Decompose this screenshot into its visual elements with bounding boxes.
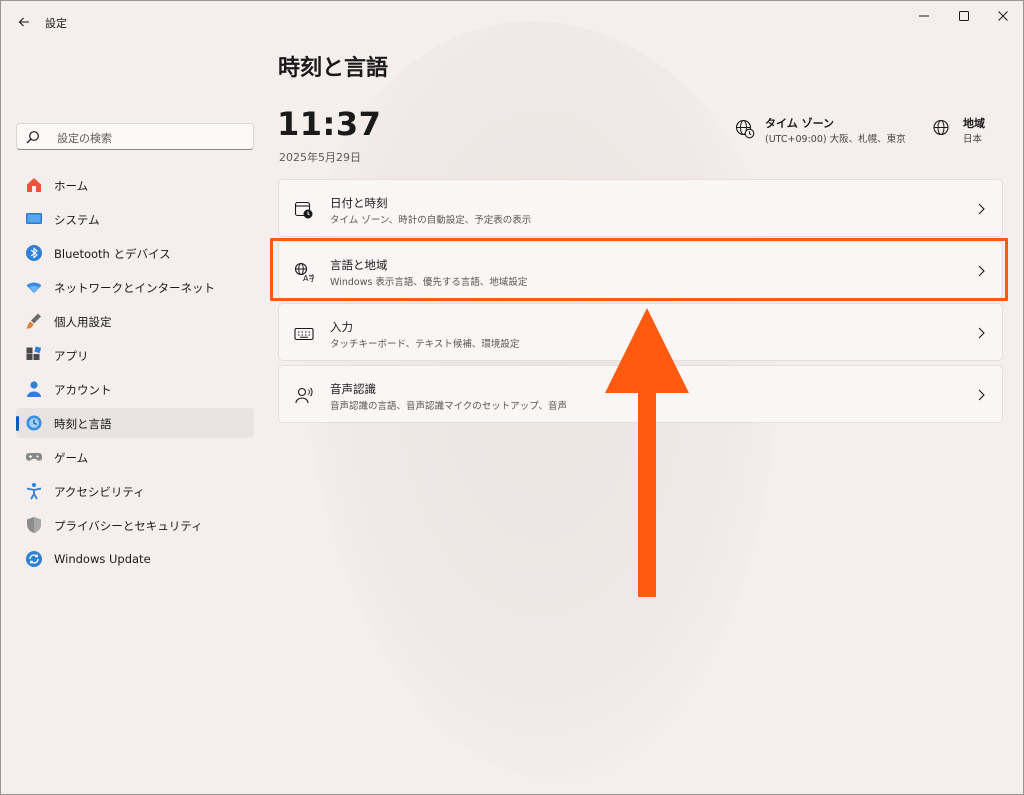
current-date: 2025年5月29日 <box>279 151 361 164</box>
gamepad-icon <box>26 453 42 461</box>
close-button[interactable] <box>984 5 1022 27</box>
update-icon <box>26 551 42 567</box>
sidebar-item-label: 時刻と言語 <box>54 417 112 431</box>
sidebar-item-label: ゲーム <box>54 451 89 465</box>
sidebar-item-personalization[interactable]: 個人用設定 <box>16 306 254 336</box>
maximize-icon <box>959 11 969 21</box>
back-button[interactable] <box>13 11 35 33</box>
sidebar-item-label: アクセシビリティ <box>54 485 145 499</box>
timezone-title: タイム ゾーン <box>765 117 835 130</box>
time-language-icon <box>26 415 42 431</box>
card-subtitle: Windows 表示言語、優先する言語、地域設定 <box>330 277 528 288</box>
sidebar-item-label: システム <box>54 213 100 227</box>
speech-icon <box>295 387 313 404</box>
sidebar-item-network[interactable]: ネットワークとインターネット <box>16 272 254 302</box>
region-title: 地域 <box>963 117 985 130</box>
keyboard-icon <box>294 327 314 341</box>
system-icon <box>26 213 42 224</box>
chevron-right-icon <box>978 265 985 277</box>
sidebar-item-label: Bluetooth とデバイス <box>54 247 171 261</box>
globe-clock-icon <box>735 119 755 139</box>
sidebar-item-gaming[interactable]: ゲーム <box>16 442 254 472</box>
account-icon <box>27 381 41 397</box>
minimize-icon <box>919 15 929 17</box>
globe-icon <box>933 119 949 136</box>
up-arrow-icon <box>605 308 689 597</box>
card-language-region[interactable]: A字 言語と地域 Windows 表示言語、優先する言語、地域設定 <box>278 241 1003 299</box>
minimize-button[interactable] <box>905 5 943 27</box>
sidebar-item-accounts[interactable]: アカウント <box>16 374 254 404</box>
sidebar-item-label: プライバシーとセキュリティ <box>54 519 203 533</box>
wifi-icon <box>26 282 42 293</box>
card-date-time[interactable]: 日付と時刻 タイム ゾーン、時計の自動設定、予定表の表示 <box>278 179 1003 237</box>
card-subtitle: タッチキーボード、テキスト候補、環境設定 <box>330 339 520 350</box>
region-value: 日本 <box>963 134 983 145</box>
calendar-clock-icon <box>294 201 313 219</box>
search-box[interactable]: 設定の検索 <box>16 123 254 150</box>
back-arrow-icon <box>18 17 29 27</box>
sidebar-item-label: ネットワークとインターネット <box>54 281 215 295</box>
app-title: 設定 <box>45 17 67 30</box>
brush-icon <box>26 313 41 329</box>
card-title: 音声認識 <box>330 382 376 396</box>
settings-window: 設定 設定の検索 ホーム システム Bluetooth とデバイス ネットワーク… <box>0 0 1024 795</box>
page-title: 時刻と言語 <box>278 56 389 81</box>
home-icon <box>27 178 41 192</box>
card-title: 日付と時刻 <box>330 196 388 210</box>
maximize-button[interactable] <box>945 5 983 27</box>
selection-indicator <box>16 416 19 431</box>
shield-icon <box>27 517 41 533</box>
accessibility-icon <box>26 483 42 500</box>
sidebar-item-label: アプリ <box>54 349 89 363</box>
card-title: 入力 <box>330 320 353 334</box>
apps-icon <box>26 346 42 360</box>
timezone-value: (UTC+09:00) 大阪、札幌、東京 <box>765 134 906 145</box>
chevron-right-icon <box>978 327 985 339</box>
chevron-right-icon <box>978 203 985 215</box>
search-icon <box>26 131 39 144</box>
bluetooth-icon <box>26 245 42 261</box>
sidebar-item-home[interactable]: ホーム <box>16 170 254 200</box>
title-bar: 設定 <box>1 1 1023 41</box>
sidebar-item-label: ホーム <box>54 179 89 193</box>
current-time: 11:37 <box>277 105 382 143</box>
close-icon <box>998 11 1008 21</box>
sidebar-item-accessibility[interactable]: アクセシビリティ <box>16 476 254 506</box>
sidebar-item-windows-update[interactable]: Windows Update <box>16 544 254 574</box>
search-input[interactable]: 設定の検索 <box>57 130 112 146</box>
sidebar-item-system[interactable]: システム <box>16 204 254 234</box>
sidebar-item-label: 個人用設定 <box>54 315 112 329</box>
svg-text:A字: A字 <box>303 273 314 282</box>
chevron-right-icon <box>978 389 985 401</box>
card-title: 言語と地域 <box>330 258 388 272</box>
sidebar-item-apps[interactable]: アプリ <box>16 340 254 370</box>
sidebar-item-time-language[interactable]: 時刻と言語 <box>16 408 254 438</box>
language-icon: A字 <box>294 262 314 282</box>
sidebar-item-bluetooth[interactable]: Bluetooth とデバイス <box>16 238 254 268</box>
sidebar-item-label: アカウント <box>54 383 112 397</box>
card-subtitle: タイム ゾーン、時計の自動設定、予定表の表示 <box>330 215 532 226</box>
card-subtitle: 音声認識の言語、音声認識マイクのセットアップ、音声 <box>330 401 568 412</box>
sidebar-item-label: Windows Update <box>54 552 151 566</box>
sidebar-item-privacy[interactable]: プライバシーとセキュリティ <box>16 510 254 540</box>
